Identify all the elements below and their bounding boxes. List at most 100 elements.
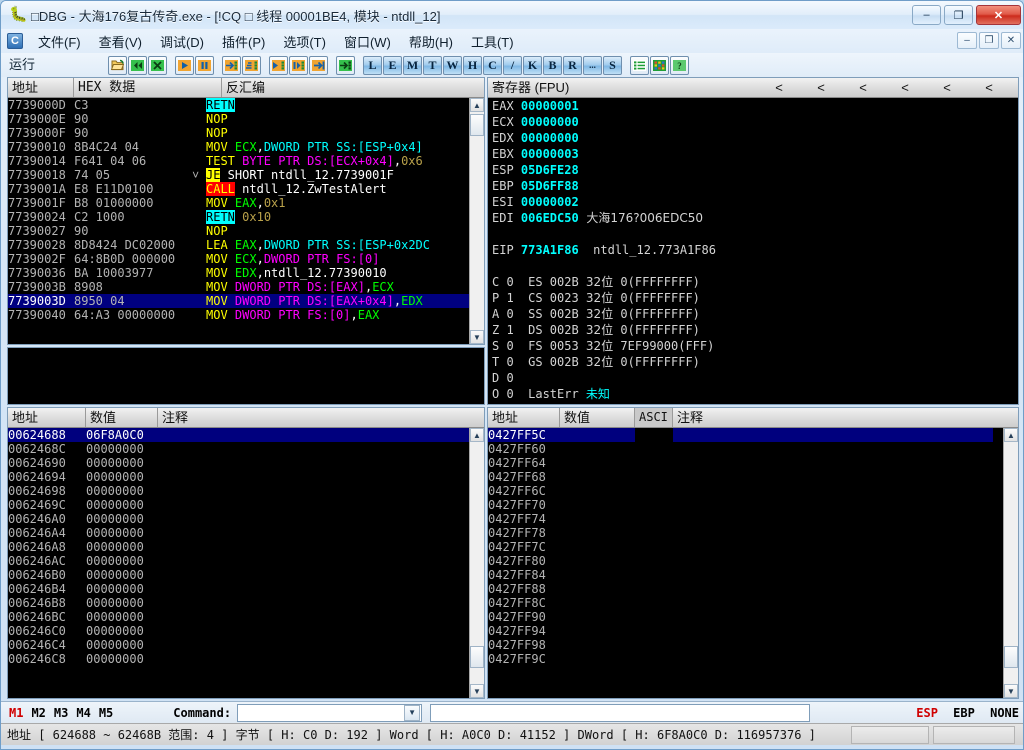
dump-scroll-up-arrow-icon[interactable]: ▲ <box>470 428 484 442</box>
flag-segment-row-t[interactable]: T 0 GS 002B 32位 0(FFFFFFFF) <box>492 354 1018 370</box>
register-row-eip[interactable]: EIP 773A1F86 ntdll_12.773A1F86 <box>492 242 1018 258</box>
stack-row[interactable]: 0427FF6C <box>488 484 1018 498</box>
dump-row[interactable]: 00624694 00000000 <box>8 470 484 484</box>
register-spacer-1[interactable] <box>492 226 1018 242</box>
column-header-hex[interactable]: HEX 数据 <box>74 78 222 97</box>
flag-segment-row-o[interactable]: O 0 LastErr 未知 <box>492 386 1018 402</box>
windows-button[interactable]: W <box>443 55 462 75</box>
cpu-button[interactable]: C <box>483 55 502 75</box>
patches-button[interactable]: / <box>503 55 522 75</box>
dump-row[interactable]: 006246A8 00000000 <box>8 540 484 554</box>
chevron-left-icon-3[interactable]: < <box>842 78 884 97</box>
column-header-disasm[interactable]: 反汇编 <box>222 78 470 97</box>
stack-row[interactable]: 0427FF7C <box>488 540 1018 554</box>
disassembly-row[interactable]: 77390028 8D8424 DC02000 LEA EAX,DWORD PTR … <box>8 238 484 252</box>
flag-segment-row-c[interactable]: C 0 ES 002B 32位 0(FFFFFFFF) <box>492 274 1018 290</box>
dump-row[interactable]: 006246C4 00000000 <box>8 638 484 652</box>
disassembly-rows[interactable]: 7739000D C3 RETN 7739000E 90 NOP 7739000F 90 NOP… <box>8 98 484 344</box>
stack-row[interactable]: 0427FF78 <box>488 526 1018 540</box>
menu-item-debug[interactable]: 调试(D) <box>151 30 213 53</box>
dump-row[interactable]: 006246B4 00000000 <box>8 582 484 596</box>
scrollbar-thumb[interactable] <box>470 114 484 136</box>
mdi-close-button[interactable]: ✕ <box>1001 32 1021 49</box>
dump-row[interactable]: 0062468C 00000000 <box>8 442 484 456</box>
dump-column-header-address[interactable]: 地址 <box>8 408 86 427</box>
dump-row[interactable]: 006246AC 00000000 <box>8 554 484 568</box>
disassembly-row[interactable]: 77390014 F641 04 06 TEST BYTE PTR DS:[ECX+… <box>8 154 484 168</box>
memory-button-m5[interactable]: M5 <box>99 706 113 720</box>
disassembly-row[interactable]: 7739003D 8950 04 MOV DWORD PTR DS:[EAX+0x4… <box>8 294 484 308</box>
flag-segment-row-d[interactable]: D 0 <box>492 370 1018 386</box>
dump-row[interactable]: 00624690 00000000 <box>8 456 484 470</box>
disassembly-row[interactable]: 77390010 8B4C24 04 MOV ECX,DWORD PTR SS:[E… <box>8 140 484 154</box>
chevron-left-icon-2[interactable]: < <box>800 78 842 97</box>
stack-scroll-down-arrow-icon[interactable]: ▼ <box>1004 684 1018 698</box>
stack-row[interactable]: 0427FF9C <box>488 652 1018 666</box>
executable-modules-button[interactable]: E <box>383 55 402 75</box>
register-row-ebx[interactable]: EBX 00000003 <box>492 146 1018 162</box>
dump-row[interactable]: 006246B0 00000000 <box>8 568 484 582</box>
dump-scrollbar-thumb[interactable] <box>470 646 484 668</box>
call-stack-button[interactable]: K <box>523 55 542 75</box>
stack-column-header-value[interactable]: 数值 <box>560 408 635 427</box>
step-over-button[interactable] <box>242 55 261 75</box>
chevron-left-icon-6[interactable]: < <box>968 78 1010 97</box>
memory-map-button[interactable]: M <box>403 55 422 75</box>
chevron-left-icon-5[interactable]: < <box>926 78 968 97</box>
label-ebp[interactable]: EBP <box>953 706 975 720</box>
flag-segment-row-z[interactable]: Z 1 DS 002B 32位 0(FFFFFFFF) <box>492 322 1018 338</box>
disassembly-row[interactable]: 7739000D C3 RETN <box>8 98 484 112</box>
options-list-button[interactable] <box>630 55 649 75</box>
register-spacer-2[interactable] <box>492 258 1018 274</box>
stack-row[interactable]: 0427FF68 <box>488 470 1018 484</box>
stack-rows[interactable]: 0427FF5C 0427FF60 0427FF64 0427FF68 0427FF6C… <box>488 428 1018 698</box>
stack-column-header-address[interactable]: 地址 <box>488 408 560 427</box>
stack-row[interactable]: 0427FF74 <box>488 512 1018 526</box>
stack-scrollbar[interactable]: ▲ ▼ <box>1003 428 1018 698</box>
stack-row[interactable]: 0427FF70 <box>488 498 1018 512</box>
stack-row[interactable]: 0427FF64 <box>488 456 1018 470</box>
chevron-left-icon-1[interactable]: < <box>758 78 800 97</box>
stack-row[interactable]: 0427FF84 <box>488 568 1018 582</box>
breakpoints-button[interactable]: B <box>543 55 562 75</box>
disassembly-row[interactable]: 7739002F 64:8B0D 000000 MOV ECX,DWORD PTR … <box>8 252 484 266</box>
flag-segment-row-p[interactable]: P 1 CS 0023 32位 0(FFFFFFFF) <box>492 290 1018 306</box>
disassembly-row[interactable]: 7739001A E8 E11D0100 CALL ntdll_12.ZwTestA… <box>8 182 484 196</box>
mdi-minimize-button[interactable]: – <box>957 32 977 49</box>
stack-row[interactable]: 0427FF94 <box>488 624 1018 638</box>
memory-button-m3[interactable]: M3 <box>54 706 68 720</box>
color-palette-button[interactable] <box>650 55 669 75</box>
flag-segment-row-a[interactable]: A 0 SS 002B 32位 0(FFFFFFFF) <box>492 306 1018 322</box>
memory-button-m4[interactable]: M4 <box>76 706 90 720</box>
register-row-edi[interactable]: EDI 006EDC50 大海176?006EDC50 <box>492 210 1018 226</box>
dump-row[interactable]: 006246A0 00000000 <box>8 512 484 526</box>
disassembly-row[interactable]: 7739000E 90 NOP <box>8 112 484 126</box>
execute-till-return-button[interactable] <box>309 55 328 75</box>
stack-row[interactable]: 0427FF98 <box>488 638 1018 652</box>
disassembly-scrollbar[interactable]: ▲ ▼ <box>469 98 484 344</box>
register-row-edx[interactable]: EDX 00000000 <box>492 130 1018 146</box>
disassembly-row[interactable]: 77390024 C2 1000 RETN 0x10 <box>8 210 484 224</box>
dump-row[interactable]: 006246C8 00000000 <box>8 652 484 666</box>
trace-over-button[interactable] <box>289 55 308 75</box>
menu-item-file[interactable]: 文件(F) <box>29 30 90 53</box>
open-file-button[interactable] <box>108 55 127 75</box>
stack-row[interactable]: 0427FF80 <box>488 554 1018 568</box>
dump-row[interactable]: 00624698 00000000 <box>8 484 484 498</box>
disassembly-row[interactable]: 77390027 90 NOP <box>8 224 484 238</box>
dump-row[interactable]: 006246BC 00000000 <box>8 610 484 624</box>
step-into-button[interactable] <box>222 55 241 75</box>
stack-row[interactable]: 0427FF90 <box>488 610 1018 624</box>
label-none[interactable]: NONE <box>990 706 1019 720</box>
register-row-esp[interactable]: ESP 05D6FE28 <box>492 162 1018 178</box>
register-row-eax[interactable]: EAX 00000001 <box>492 98 1018 114</box>
dump-rows[interactable]: 00624688 06F8A0C0 0062468C 00000000 00624690… <box>8 428 484 698</box>
trace-into-button[interactable] <box>269 55 288 75</box>
close-button[interactable]: ✕ <box>976 5 1021 25</box>
registers-content[interactable]: EAX 00000001 ECX 00000000 EDX 00000000 EBX … <box>488 98 1018 404</box>
disassembly-row[interactable]: 7739001F B8 01000000 MOV EAX,0x1 <box>8 196 484 210</box>
secondary-command-field[interactable] <box>430 703 811 722</box>
menu-item-plugins[interactable]: 插件(P) <box>213 30 274 53</box>
pause-button[interactable] <box>195 55 214 75</box>
stack-column-header-ascii[interactable]: ASCI <box>635 408 673 427</box>
